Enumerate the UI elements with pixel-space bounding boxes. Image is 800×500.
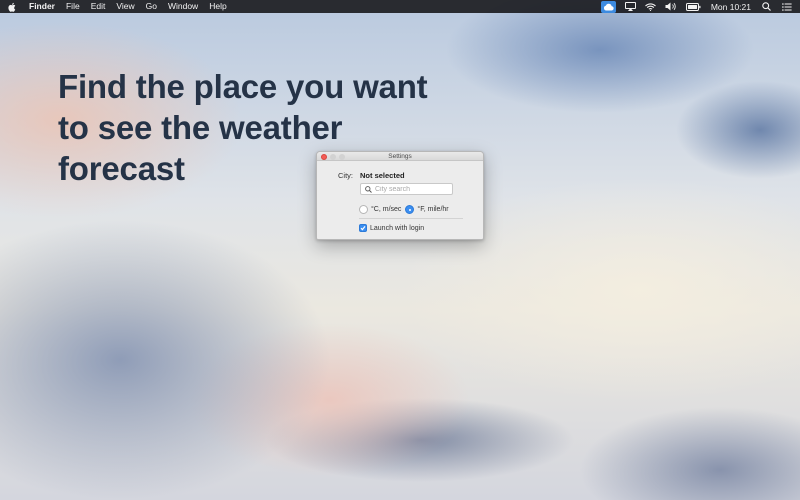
menu-help[interactable]: Help — [209, 0, 226, 13]
city-label: City: — [338, 171, 353, 180]
unit-option-imperial[interactable]: °F, mile/hr — [405, 205, 449, 214]
settings-window: Settings City: Not selected °C, m/sec °F… — [316, 151, 484, 240]
unit-label-metric: °C, m/sec — [371, 206, 402, 213]
radio-metric[interactable] — [359, 205, 368, 214]
menu-view[interactable]: View — [116, 0, 134, 13]
city-search-field[interactable] — [360, 183, 455, 195]
menu-file[interactable]: File — [66, 0, 80, 13]
menu-edit[interactable]: Edit — [91, 0, 106, 13]
units-radio-group: °C, m/sec °F, mile/hr — [359, 204, 453, 215]
window-title: Settings — [388, 153, 412, 160]
menu-bar: Finder File Edit View Go Window Help Mon… — [0, 0, 800, 13]
airplay-icon[interactable] — [624, 0, 636, 13]
radio-imperial[interactable] — [405, 205, 415, 214]
launch-with-login-checkbox[interactable] — [359, 224, 367, 232]
notification-center-icon[interactable] — [782, 0, 792, 13]
weather-cloud-icon[interactable] — [600, 0, 616, 13]
launch-with-login-option[interactable]: Launch with login — [359, 223, 424, 233]
battery-icon[interactable] — [685, 0, 701, 13]
wifi-icon[interactable] — [644, 0, 656, 13]
city-value: Not selected — [360, 171, 405, 180]
status-area: Mon 10:21 — [600, 0, 792, 13]
menu-go[interactable]: Go — [146, 0, 157, 13]
window-titlebar[interactable]: Settings — [317, 152, 483, 161]
menubar-clock[interactable]: Mon 10:21 — [711, 2, 751, 12]
city-row: City: Not selected — [317, 171, 483, 180]
spotlight-search-icon[interactable] — [762, 0, 771, 13]
search-icon — [365, 185, 372, 193]
launch-with-login-label: Launch with login — [370, 224, 425, 232]
city-search-input[interactable] — [375, 184, 455, 194]
unit-label-imperial: °F, mile/hr — [417, 206, 449, 213]
menu-window[interactable]: Window — [168, 0, 198, 13]
divider — [359, 218, 463, 219]
unit-option-metric[interactable]: °C, m/sec — [359, 205, 401, 214]
volume-icon[interactable] — [665, 0, 677, 13]
apple-icon[interactable] — [8, 2, 17, 12]
menu-finder[interactable]: Finder — [29, 0, 55, 13]
